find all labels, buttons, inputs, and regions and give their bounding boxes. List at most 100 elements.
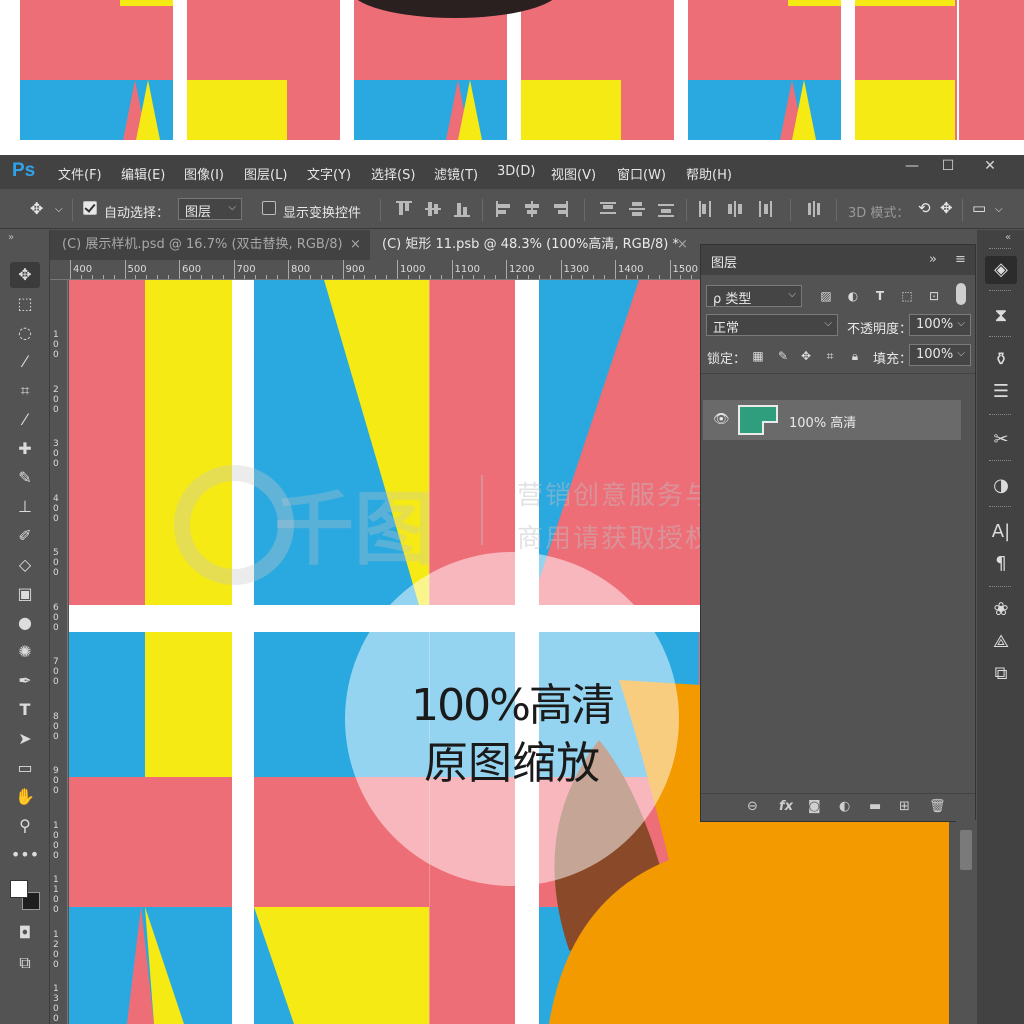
layer-row[interactable]: 👁︎ 100% 高清 bbox=[703, 400, 961, 440]
menu-file[interactable]: 文件(F) bbox=[58, 164, 102, 183]
hand-tool[interactable]: ✋ bbox=[10, 784, 40, 810]
lock-all-icon[interactable]: 🔒︎ bbox=[848, 349, 862, 363]
layers-dock-icon[interactable]: ◈ bbox=[985, 256, 1017, 284]
quick-mask-tool[interactable]: ◘ bbox=[10, 920, 40, 946]
lock-transparent-icon[interactable]: ▦ bbox=[751, 349, 765, 363]
distribute-bottom-icon[interactable] bbox=[658, 201, 674, 217]
fill-field[interactable]: 100% ⌵ bbox=[909, 344, 971, 366]
lock-artboard-icon[interactable]: ⌗ bbox=[823, 349, 837, 363]
distribute-left-icon[interactable] bbox=[698, 201, 714, 217]
marquee-tool[interactable]: ⬚ bbox=[10, 291, 40, 317]
link-icon[interactable]: ⊖ bbox=[747, 799, 758, 814]
crop-tool[interactable]: ⌗ bbox=[10, 378, 40, 404]
brush-tool[interactable]: ✎ bbox=[10, 465, 40, 491]
menu-filter[interactable]: 滤镜(T) bbox=[434, 164, 478, 183]
menu-help[interactable]: 帮助(H) bbox=[686, 164, 732, 183]
align-top-icon[interactable] bbox=[396, 201, 412, 217]
color-swatches[interactable] bbox=[10, 880, 40, 912]
tab-close-icon[interactable]: × bbox=[677, 237, 688, 252]
distribute-right-icon[interactable] bbox=[756, 201, 772, 217]
rectangle-tool[interactable]: ▭ bbox=[10, 755, 40, 781]
menu-type[interactable]: 文字(Y) bbox=[307, 164, 351, 183]
align-bottom-icon[interactable] bbox=[454, 201, 470, 217]
menu-layer[interactable]: 图层(L) bbox=[244, 164, 287, 183]
chevron-down-icon[interactable]: ⌵ bbox=[995, 204, 1003, 215]
paragraph-dock-icon[interactable]: ¶ bbox=[985, 550, 1017, 578]
zoom-tool[interactable]: ⚲ bbox=[10, 813, 40, 839]
path-select-tool[interactable]: ➤ bbox=[10, 726, 40, 752]
tab-close-icon[interactable]: × bbox=[350, 237, 361, 252]
move-icon[interactable]: ✥ bbox=[30, 199, 43, 218]
distribute-top-icon[interactable] bbox=[600, 201, 616, 217]
adjustments-dock-icon[interactable]: ☰ bbox=[985, 378, 1017, 406]
scrollbar-thumb[interactable] bbox=[960, 830, 972, 870]
align-left-icon[interactable] bbox=[496, 201, 512, 217]
stamp-tool[interactable]: ⊥ bbox=[10, 494, 40, 520]
align-hcenter-icon[interactable] bbox=[524, 201, 540, 217]
filter-pixel-icon[interactable]: ▨ bbox=[819, 289, 833, 303]
align-vcenter-icon[interactable] bbox=[425, 201, 441, 217]
chevron-down-icon[interactable]: ⌵ bbox=[55, 204, 63, 215]
more-tools[interactable]: ••• bbox=[10, 842, 40, 868]
eye-icon[interactable]: 👁︎ bbox=[713, 412, 730, 427]
show-transform-checkbox[interactable] bbox=[262, 201, 276, 215]
close-button[interactable]: ✕ bbox=[970, 155, 1010, 177]
type-tool[interactable]: T bbox=[10, 697, 40, 723]
menu-window[interactable]: 窗口(W) bbox=[617, 164, 666, 183]
distribute-hcenter-icon[interactable] bbox=[727, 201, 743, 217]
folder-icon[interactable]: ▬ bbox=[869, 799, 881, 814]
mask-icon[interactable]: ◙ bbox=[808, 799, 821, 814]
tools-dock-icon[interactable]: ✂ bbox=[985, 426, 1017, 454]
character-dock-icon[interactable]: A| bbox=[985, 518, 1017, 546]
history-dock-icon[interactable]: ⧗ bbox=[985, 302, 1017, 330]
filter-toggle[interactable] bbox=[956, 283, 966, 305]
channels-dock-icon[interactable]: ❀ bbox=[985, 596, 1017, 624]
history-brush-tool[interactable]: ✐ bbox=[10, 523, 40, 549]
blend-mode-dropdown[interactable]: 正常 ⌵ bbox=[706, 314, 838, 336]
lock-image-icon[interactable]: ✎ bbox=[776, 349, 790, 363]
filter-type-icon[interactable]: T bbox=[873, 289, 887, 303]
layer-filter-dropdown[interactable]: ρ 类型 ⌵ bbox=[706, 285, 802, 307]
move-tool[interactable]: ✥ bbox=[10, 262, 40, 288]
filter-shape-icon[interactable]: ⬚ bbox=[900, 289, 914, 303]
menu-view[interactable]: 视图(V) bbox=[551, 164, 596, 183]
filter-smart-object-icon[interactable]: ⊡ bbox=[927, 289, 941, 303]
collapse-icon[interactable]: » bbox=[8, 232, 14, 243]
vertical-scrollbar[interactable] bbox=[956, 820, 976, 1024]
eraser-tool[interactable]: ◇ bbox=[10, 552, 40, 578]
distribute-vcenter-icon[interactable] bbox=[629, 201, 645, 217]
menu-3d[interactable]: 3D(D) bbox=[497, 164, 535, 179]
filter-adjustment-icon[interactable]: ◐ bbox=[846, 289, 860, 303]
color-dock-icon[interactable]: ◑ bbox=[985, 472, 1017, 500]
brush-settings-dock-icon[interactable]: ⚱ bbox=[985, 346, 1017, 374]
trash-icon[interactable]: 🗑︎ bbox=[929, 799, 946, 814]
menu-image[interactable]: 图像(I) bbox=[184, 164, 224, 183]
new-layer-icon[interactable]: ⊞ bbox=[899, 799, 910, 814]
magic-wand-tool[interactable]: ⁄ bbox=[10, 349, 40, 375]
properties-dock-icon[interactable]: ⧉ bbox=[985, 660, 1017, 688]
maximize-button[interactable]: ☐ bbox=[928, 155, 968, 177]
lasso-tool[interactable]: ◌ bbox=[10, 320, 40, 346]
dodge-tool[interactable]: ✺ bbox=[10, 639, 40, 665]
expand-icon[interactable]: » bbox=[929, 252, 937, 267]
auto-align-icon[interactable] bbox=[806, 201, 822, 217]
blur-tool[interactable]: ● bbox=[10, 610, 40, 636]
panel-menu-icon[interactable]: ≡ bbox=[955, 252, 966, 267]
workspace-icon[interactable]: ▭ bbox=[972, 199, 986, 217]
tab-rectangle-psb[interactable]: (C) 矩形 11.psb @ 48.3% (100%高清, RGB/8) * bbox=[370, 230, 700, 260]
collapse-icon[interactable]: « bbox=[1005, 232, 1011, 243]
adjustment-layer-icon[interactable]: ◐ bbox=[839, 799, 850, 814]
fx-icon[interactable]: fx bbox=[779, 799, 793, 814]
3d-pan-icon[interactable]: ✥ bbox=[940, 199, 953, 217]
healing-tool[interactable]: ✚ bbox=[10, 436, 40, 462]
minimize-button[interactable]: — bbox=[892, 155, 932, 177]
auto-select-checkbox[interactable] bbox=[83, 201, 97, 215]
eyedropper-tool[interactable]: ⁄ bbox=[10, 407, 40, 433]
align-right-icon[interactable] bbox=[552, 201, 568, 217]
pen-tool[interactable]: ✒ bbox=[10, 668, 40, 694]
paths-dock-icon[interactable]: ⟁ bbox=[985, 628, 1017, 656]
opacity-field[interactable]: 100% ⌵ bbox=[909, 314, 971, 336]
menu-select[interactable]: 选择(S) bbox=[371, 164, 415, 183]
tab-showcase-psd[interactable]: (C) 展示样机.psd @ 16.7% (双击替换, RGB/8) bbox=[50, 230, 368, 260]
3d-orbit-icon[interactable]: ⟲ bbox=[918, 199, 931, 217]
